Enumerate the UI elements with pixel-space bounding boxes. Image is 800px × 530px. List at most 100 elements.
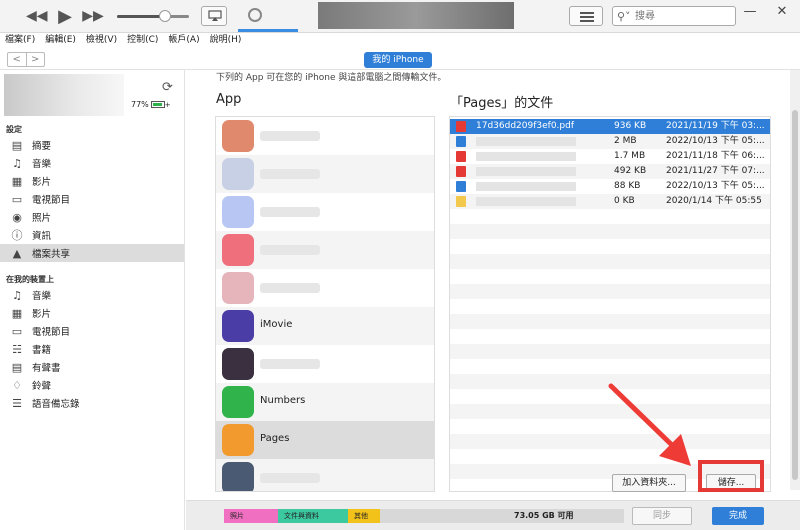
forward-icon[interactable]: > [27,53,45,66]
app-row[interactable] [216,231,434,269]
document-name: 17d36dd209f3ef0.pdf [476,121,575,131]
close-icon[interactable]: ✕ [772,4,792,19]
document-row[interactable]: 492 KB 2021/11/27 下午 07:... [450,164,770,179]
menu-controls[interactable]: 控制(C) [122,33,163,47]
minimize-icon[interactable]: — [740,4,760,19]
sidebar-item-info[interactable]: ⓘ 資訊 [0,226,184,244]
my-iphone-tab[interactable]: 我的 iPhone [364,52,432,68]
menu-account[interactable]: 帳戶(A) [163,33,204,47]
document-size: 936 KB [614,121,647,131]
scroll-thumb[interactable] [792,110,798,480]
menu-file[interactable]: 檔案(F) [0,33,40,47]
sidebar-item-device-tv[interactable]: ▭ 電視節目 [0,322,184,340]
play-icon[interactable]: ▶ [55,0,75,33]
sidebar-item-label: 音樂 [32,291,52,302]
app-icon [222,348,254,380]
document-row[interactable]: 1.7 MB 2021/11/18 下午 06:... [450,149,770,164]
done-button[interactable]: 完成 [712,507,764,525]
voice-memo-icon: ☰ [12,396,22,410]
on-my-device-section-title: 在我的裝置上 [6,275,54,284]
music-icon: ♫ [12,288,22,302]
app-icon [222,234,254,266]
bottom-bar: 照片 文件與資料 其他 73.05 GB 可用 同步 完成 [186,500,800,530]
empty-row [450,314,770,329]
bell-icon: ♢ [12,378,22,392]
sidebar-item-movies[interactable]: ▦ 影片 [0,172,184,190]
app-row[interactable] [216,155,434,193]
menu-edit[interactable]: 編輯(E) [40,33,81,47]
sidebar-item-photos[interactable]: ◉ 照片 [0,208,184,226]
search-box: ⚲˅ [612,6,736,26]
pdf-file-icon [456,166,466,177]
add-folder-button[interactable]: 加入資料夾... [612,474,686,492]
pdf-file-icon [456,121,466,132]
battery-percent: 77% [131,100,149,109]
document-row[interactable]: 2 MB 2022/10/13 下午 05:... [450,134,770,149]
app-row[interactable] [216,193,434,231]
search-input[interactable] [635,9,731,23]
sidebar-item-music[interactable]: ♫ 音樂 [0,154,184,172]
list-view-button[interactable] [569,6,603,26]
app-row[interactable]: Pages [216,421,434,459]
arrow-pointer-icon [608,383,691,466]
battery-status: 77% + [131,100,171,109]
document-date: 2021/11/19 下午 03:... [666,121,765,131]
app-row[interactable] [216,117,434,155]
sync-button[interactable]: 同步 [632,507,692,525]
sidebar-item-tv[interactable]: ▭ 電視節目 [0,190,184,208]
document-row[interactable]: 0 KB 2020/1/14 下午 05:55 [450,194,770,209]
sidebar-item-device-music[interactable]: ♫ 音樂 [0,286,184,304]
document-size: 2 MB [614,136,637,146]
app-list[interactable]: iMovie Numbers Pages [215,116,435,492]
tv-icon: ▭ [11,192,23,206]
app-name-obscured [260,245,320,255]
app-row[interactable] [216,459,434,491]
sidebar-item-label: 電視節目 [32,195,71,206]
sidebar-item-file-sharing[interactable]: ▲ 檔案共享 [0,244,184,262]
app-name-obscured [260,207,320,217]
app-row[interactable]: Numbers [216,383,434,421]
sidebar-item-device-books[interactable]: ☵ 書籍 [0,340,184,358]
sync-icon[interactable]: ⟳ [162,80,173,95]
app-name: Numbers [260,395,306,406]
volume-slider[interactable] [117,15,189,18]
pdf-file-icon [456,151,466,162]
sidebar-item-device-audiobooks[interactable]: ▤ 有聲書 [0,358,184,376]
menu-help[interactable]: 說明(H) [205,33,247,47]
app-name: Pages [260,433,290,444]
document-row[interactable]: 88 KB 2022/10/13 下午 05:... [450,179,770,194]
document-name-obscured [476,137,576,146]
document-row[interactable]: 17d36dd209f3ef0.pdf 936 KB 2021/11/19 下午 0… [450,119,770,134]
app-row[interactable] [216,269,434,307]
sidebar-item-label: 電視節目 [32,327,71,338]
progress-indicator [238,29,298,32]
sidebar-item-device-tones[interactable]: ♢ 鈴聲 [0,376,184,394]
summary-icon: ▤ [11,138,23,152]
volume-knob-icon[interactable] [159,10,171,22]
empty-row [450,344,770,359]
free-space-label: 73.05 GB 可用 [514,511,574,520]
rewind-icon[interactable]: ◀◀ [26,0,48,33]
sidebar-item-summary[interactable]: ▤ 摘要 [0,136,184,154]
storage-segment: 文件與資料 [278,509,348,523]
navigation-row: < > 我的 iPhone [0,48,800,70]
menu-view[interactable]: 檢視(V) [81,33,122,47]
app-row[interactable] [216,345,434,383]
fast-forward-icon[interactable]: ▶▶ [82,0,104,33]
sidebar: ⟳ 77% + 設定 ▤ 摘要 ♫ 音樂 ▦ 影片 ▭ 電視節目 ◉ 照片 ⓘ 資… [0,70,185,530]
airplay-button[interactable] [201,6,227,26]
scrollbar[interactable] [790,70,800,490]
app-row[interactable]: iMovie [216,307,434,345]
sidebar-item-label: 有聲書 [32,363,61,374]
sidebar-item-device-voice-memos[interactable]: ☰ 語音備忘錄 [0,394,184,412]
document-name-obscured [476,167,576,176]
sidebar-item-label: 檔案共享 [32,249,71,260]
sidebar-item-device-movies[interactable]: ▦ 影片 [0,304,184,322]
tv-icon: ▭ [11,324,23,338]
settings-section-title: 設定 [6,125,22,134]
info-icon: ⓘ [11,229,23,242]
back-icon[interactable]: < [8,53,27,66]
document-size: 0 KB [614,196,635,206]
sidebar-item-label: 書籍 [32,345,52,356]
empty-row [450,284,770,299]
